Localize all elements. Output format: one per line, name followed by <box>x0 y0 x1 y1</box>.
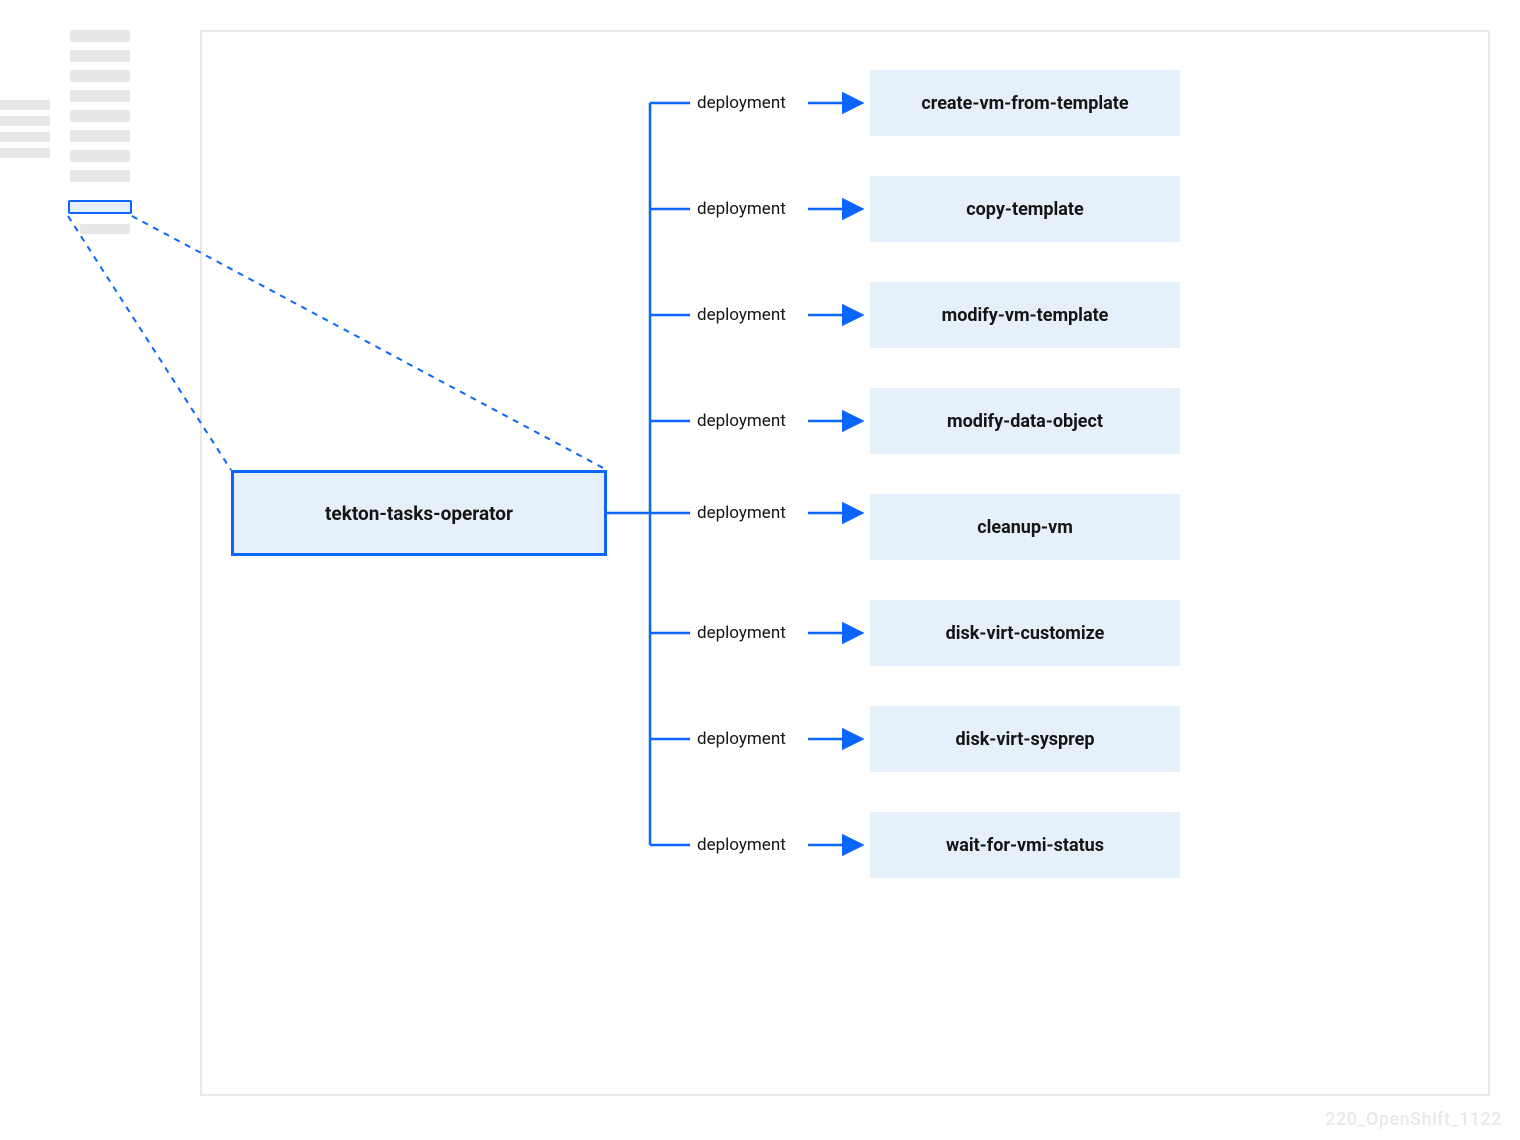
task-box: wait-for-vmi-status <box>870 812 1180 878</box>
task-box: disk-virt-sysprep <box>870 706 1180 772</box>
tasks-column: create-vm-from-template copy-template mo… <box>870 70 1280 918</box>
task-box: create-vm-from-template <box>870 70 1180 136</box>
thumbnail-stack-large <box>70 30 130 190</box>
task-label: disk-virt-sysprep <box>956 729 1095 750</box>
edge-label: deployment <box>697 93 786 113</box>
task-label: create-vm-from-template <box>921 93 1128 114</box>
task-label: copy-template <box>966 199 1083 220</box>
task-box: disk-virt-customize <box>870 600 1180 666</box>
thumbnail-highlight <box>68 200 132 214</box>
operator-label: tekton-tasks-operator <box>325 502 513 525</box>
edge-label: deployment <box>697 623 786 643</box>
thumbnail-row-below <box>80 224 130 234</box>
task-label: modify-data-object <box>947 411 1103 432</box>
diagram-canvas: tekton-tasks-operator create-vm-from-tem… <box>0 0 1520 1140</box>
task-box: cleanup-vm <box>870 494 1180 560</box>
task-box: modify-data-object <box>870 388 1180 454</box>
task-label: disk-virt-customize <box>946 623 1105 644</box>
edge-label: deployment <box>697 503 786 523</box>
task-label: cleanup-vm <box>977 517 1073 538</box>
edge-label: deployment <box>697 729 786 749</box>
outer-frame <box>200 30 1490 1096</box>
edge-label: deployment <box>697 305 786 325</box>
edge-label: deployment <box>697 199 786 219</box>
operator-box: tekton-tasks-operator <box>231 470 607 556</box>
thumbnail-stack-small <box>0 100 50 164</box>
edge-label: deployment <box>697 411 786 431</box>
edge-label: deployment <box>697 835 786 855</box>
task-label: wait-for-vmi-status <box>946 835 1104 856</box>
task-box: modify-vm-template <box>870 282 1180 348</box>
task-label: modify-vm-template <box>942 305 1109 326</box>
task-box: copy-template <box>870 176 1180 242</box>
watermark: 220_OpenShift_1122 <box>1325 1109 1502 1130</box>
